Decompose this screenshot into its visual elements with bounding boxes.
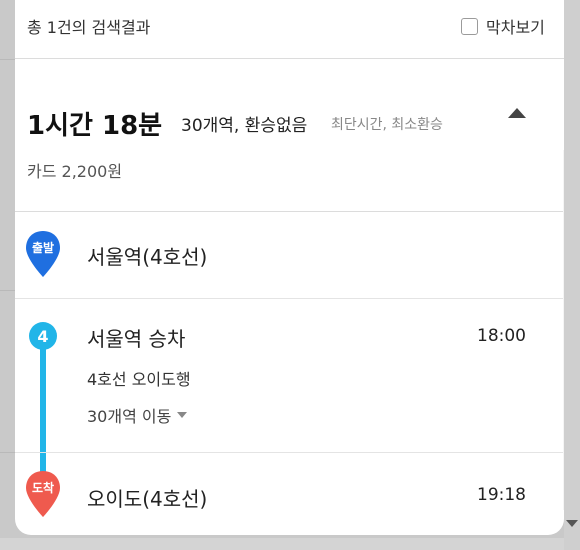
route-summary[interactable]: 1시간 18분 30개역, 환승없음 최단시간, 최소환승 카드 2,200원 [15,59,564,212]
last-train-checkbox[interactable] [461,17,478,35]
board-time: 18:00 [477,326,526,346]
last-train-toggle[interactable]: 막차보기 [461,14,545,38]
arrive-time: 19:18 [477,485,526,505]
stops-count[interactable]: 30개역 이동 [87,403,171,427]
result-count: 총 1건의 검색결과 [27,18,151,37]
background-strip [0,538,580,550]
fare: 카드 2,200원 [27,162,123,181]
background-divider [0,59,15,60]
scroll-down-arrow-icon[interactable] [566,520,578,527]
stations-info: 30개역, 환승없음 [181,116,308,136]
depart-station: 서울역(4호선) [87,245,208,269]
arrive-pin-icon: 도착 [24,469,62,519]
step-arrive[interactable]: 도착 오이도(4호선) 19:18 [15,453,564,535]
arrive-station: 오이도(4호선) [87,487,208,511]
arrive-badge: 도착 [31,481,55,495]
depart-badge: 출발 [31,241,55,255]
route-tags: 최단시간, 최소환승 [331,117,443,133]
stops-expand-toggle[interactable]: 30개역 이동 [87,403,188,427]
board-station: 서울역 승차 [87,327,186,351]
result-header: 총 1건의 검색결과 막차보기 [15,0,564,59]
step-depart[interactable]: 출발 서울역(4호선) [15,212,564,299]
background-divider [0,290,15,291]
page-scrollbar[interactable] [564,0,580,550]
last-train-label[interactable]: 막차보기 [486,14,545,38]
collapse-up-icon[interactable] [508,108,526,118]
board-direction: 4호선 오이도행 [87,370,191,389]
step-board[interactable]: 4 서울역 승차 18:00 4호선 오이도행 30개역 이동 [15,299,564,453]
route-result-panel: 총 1건의 검색결과 막차보기 1시간 18분 30개역, 환승없음 최단시간,… [15,0,564,535]
line-4-icon: 4 [29,322,57,350]
expand-down-icon[interactable] [177,412,188,418]
depart-pin-icon: 출발 [24,229,62,279]
travel-duration: 1시간 18분 [27,111,163,141]
panel-scrollbar-track[interactable] [563,150,564,510]
background-divider [0,452,15,453]
